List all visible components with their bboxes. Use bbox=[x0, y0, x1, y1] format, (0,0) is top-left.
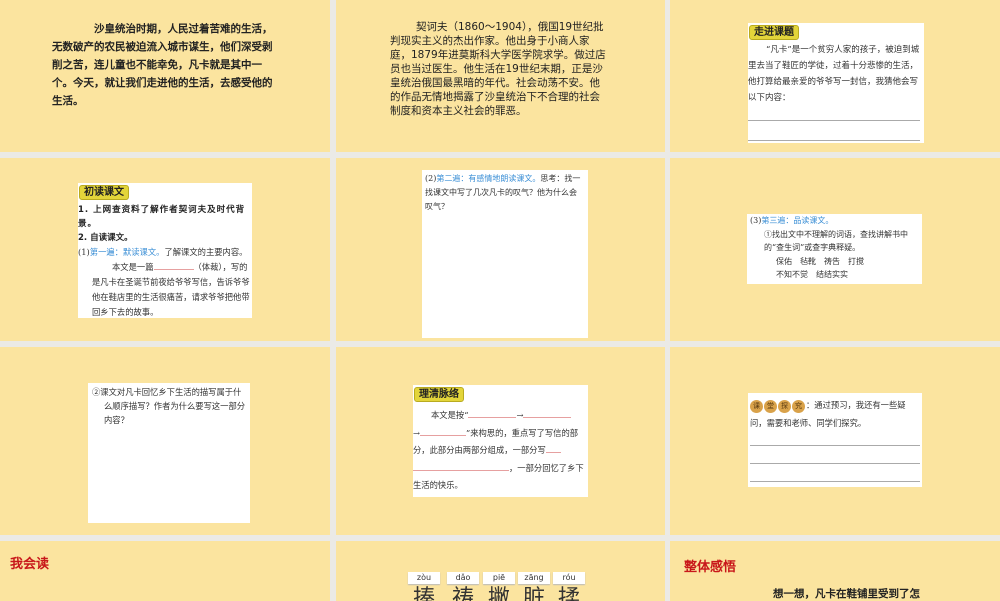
question-text: 想一想，凡卡在鞋铺里受到了怎 bbox=[773, 588, 920, 600]
answer-line bbox=[748, 120, 920, 121]
section-tag: 理清脉络 bbox=[414, 387, 464, 402]
item-1: 1. 上网查资料了解作者契诃夫及时代背景。 bbox=[78, 205, 246, 229]
blank-1[interactable] bbox=[468, 408, 517, 418]
badge-char: 堂 bbox=[764, 400, 777, 413]
slide-9[interactable]: 课堂探究：通过预习，我还有一些疑问，需要和老师、同学们探究。 bbox=[670, 347, 1000, 535]
item-2: 2. 自读课文。 bbox=[78, 233, 133, 243]
section-tag: 初读课文 bbox=[79, 185, 129, 200]
pinyin-label: zòu bbox=[408, 572, 440, 584]
slide-1[interactable]: 沙皇统治时期，人民过着苦难的生活，无数破产的农民被迫流入城市谋生，他们深受剥削之… bbox=[0, 0, 330, 152]
slide-title: 整体感悟 bbox=[684, 560, 737, 575]
badge-char: 究 bbox=[792, 400, 805, 413]
slide-2[interactable]: 契诃夫（1860～1904），俄国19世纪批判现实主义的杰出作家。他出身于小商人… bbox=[336, 0, 665, 152]
answer-line bbox=[748, 140, 920, 141]
content-card: 理清脉络 本文是按“ → → ”来构思的，重点写了写信的部分，此部分由两部分组成，一… bbox=[413, 385, 588, 497]
slide-6[interactable]: (3)第三遍：品读课文。 ①找出文中不理解的词语，查找讲解书中的“查生词”或查字… bbox=[670, 158, 1000, 341]
hanzi: 撇 bbox=[488, 586, 511, 601]
q-instruction: 第三遍：品读课文。 bbox=[761, 216, 834, 225]
slide-12[interactable]: 整体感悟 想一想，凡卡在鞋铺里受到了怎 bbox=[670, 541, 1000, 601]
sub-instruction: 第一遍：默读课文。 bbox=[89, 247, 165, 257]
section-tag: 走进课题 bbox=[749, 25, 799, 40]
author-bio: 契诃夫（1860～1904），俄国19世纪批判现实主义的杰出作家。他出身于小商人… bbox=[390, 21, 606, 117]
content-card: ②课文对凡卡回忆乡下生活的描写属于什么顺序描写？作者为什么要写这一部分内容？ bbox=[88, 383, 250, 523]
pinyin-label: zāng bbox=[518, 572, 550, 584]
intro-text: 沙皇统治时期，人民过着苦难的生活，无数破产的农民被迫流入城市谋生，他们深受剥削之… bbox=[52, 23, 273, 107]
answer-line bbox=[750, 481, 920, 482]
blank-2[interactable] bbox=[523, 408, 572, 418]
pinyin-label: piē bbox=[483, 572, 515, 584]
slide-4[interactable]: 初读课文 1. 上网查资料了解作者契诃夫及时代背景。 2. 自读课文。 (1)第… bbox=[0, 158, 330, 341]
badge-char: 课 bbox=[750, 400, 763, 413]
content-card: 走进课题 “凡卡”是一个贫穷人家的孩子，被迫到城里去当了鞋匠的学徒，过着十分悲惨… bbox=[748, 23, 924, 143]
q-instruction: 第二遍：有感情地朗读课文。 bbox=[436, 174, 541, 183]
hanzi: 脏 bbox=[523, 586, 546, 601]
word-list-1: 保佑 毡靴 祷告 打搅 bbox=[776, 256, 864, 266]
sub-rest: 了解课文的主要内容。 bbox=[164, 247, 248, 257]
slide-5[interactable]: (2)第二遍：有感情地朗读课文。思考：找一找课文中写了几次凡卡的叹气？他为什么会… bbox=[336, 158, 665, 341]
hanzi: 祷 bbox=[452, 586, 475, 601]
badge-char: 探 bbox=[778, 400, 791, 413]
text-a: 本文是按“ bbox=[431, 410, 469, 420]
pinyin-label: róu bbox=[553, 572, 585, 584]
q-prefix: (2) bbox=[425, 174, 437, 183]
pinyin-label: dǎo bbox=[447, 572, 479, 584]
genre-blank[interactable] bbox=[153, 260, 194, 270]
slide-3[interactable]: 走进课题 “凡卡”是一个贫穷人家的孩子，被迫到城里去当了鞋匠的学徒，过着十分悲惨… bbox=[670, 0, 1000, 152]
q-text: ②课文对凡卡回忆乡下生活的描写属于什么顺序描写？作者为什么要写这一部分内容？ bbox=[92, 387, 246, 425]
slide-8[interactable]: 理清脉络 本文是按“ → → ”来构思的，重点写了写信的部分，此部分由两部分组成，一… bbox=[336, 347, 665, 535]
slide-7[interactable]: ②课文对凡卡回忆乡下生活的描写属于什么顺序描写？作者为什么要写这一部分内容？ bbox=[0, 347, 330, 535]
card-text: “凡卡”是一个贫穷人家的孩子，被迫到城里去当了鞋匠的学徒，过着十分悲惨的生活，他… bbox=[748, 45, 920, 103]
hanzi: 揉 bbox=[558, 586, 581, 601]
blank-3[interactable] bbox=[419, 426, 466, 436]
para-a: 本文是一篇 bbox=[112, 262, 154, 272]
answer-line bbox=[750, 463, 920, 464]
arrow: → bbox=[413, 427, 420, 438]
q-text: ①找出文中不理解的词语，查找讲解书中的“查生词”或查字典释疑。 bbox=[764, 229, 908, 253]
slide-11[interactable]: zòu dǎo piē zāng róu 揍 祷 撇 脏 揉 bbox=[336, 541, 665, 601]
q-prefix: (3) bbox=[750, 216, 762, 225]
arrow: → bbox=[516, 410, 524, 420]
inquiry-badge: 课堂探究 bbox=[750, 400, 806, 413]
content-card: (3)第三遍：品读课文。 ①找出文中不理解的词语，查找讲解书中的“查生词”或查字… bbox=[747, 214, 922, 284]
content-card: 课堂探究：通过预习，我还有一些疑问，需要和老师、同学们探究。 bbox=[748, 393, 922, 487]
content-card: 初读课文 1. 上网查资料了解作者契诃夫及时代背景。 2. 自读课文。 (1)第… bbox=[78, 183, 252, 318]
sub-prefix: (1) bbox=[78, 247, 90, 257]
word-list-2: 不知不觉 结结实实 bbox=[776, 270, 848, 279]
answer-line bbox=[750, 445, 920, 446]
content-card: (2)第二遍：有感情地朗读课文。思考：找一找课文中写了几次凡卡的叹气？他为什么会… bbox=[422, 170, 588, 338]
slide-10[interactable]: 我会读 bbox=[0, 541, 330, 601]
blank-5[interactable] bbox=[413, 461, 509, 471]
hanzi: 揍 bbox=[413, 586, 436, 601]
slide-title: 我会读 bbox=[10, 557, 50, 572]
blank-4[interactable] bbox=[545, 443, 561, 453]
